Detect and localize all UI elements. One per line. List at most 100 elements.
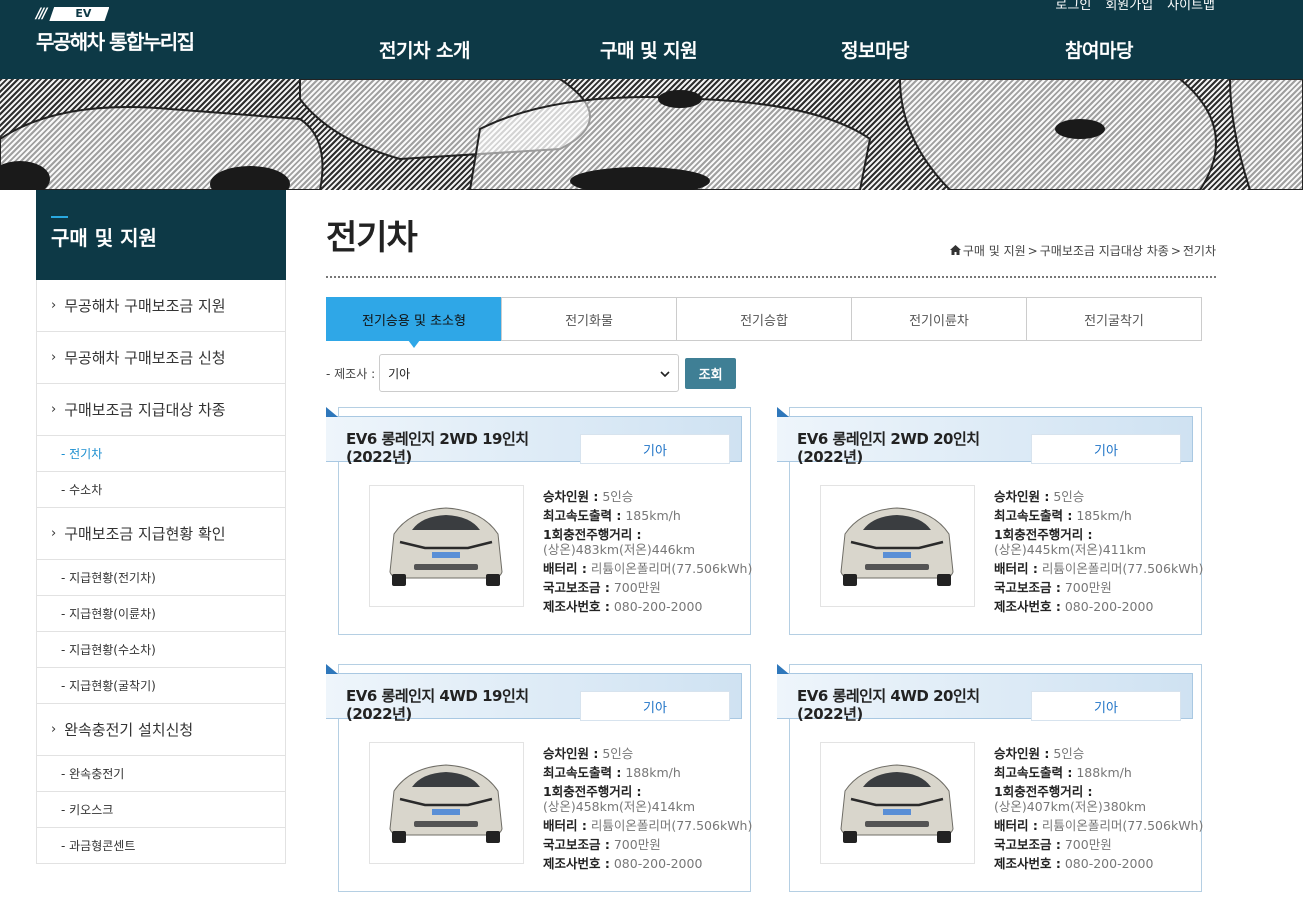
chevron-down-icon [660,366,670,380]
sidebar-item-label: 구매보조금 지급대상 차종 [64,401,226,419]
manufacturer-button[interactable]: 기아 [1031,434,1181,464]
spec-value: 5인승 [1053,489,1085,504]
sidebar-subitem-kiosk[interactable]: - 키오스크 [36,792,286,828]
chevron-right-icon: › [51,722,57,737]
gnb-ev-intro[interactable]: 전기차 소개 [379,36,471,63]
manufacturer-button[interactable]: 기아 [580,691,730,721]
sidebar-subitem-status-ev[interactable]: - 지급현황(전기차) [36,560,286,596]
sidebar-subitem-status-excavator[interactable]: - 지급현황(굴착기) [36,668,286,704]
sidebar-item-subsidy-support[interactable]: › 무공해차 구매보조금 지원 [36,280,286,332]
breadcrumb-item[interactable]: 전기차 [1183,242,1216,259]
spec-max-speed: 최고속도출력 : 185km/h [994,506,1203,525]
vehicle-specs: 승차인원 : 5인승 최고속도출력 : 185km/h 1회충전주행거리 : (상… [994,487,1203,616]
sidebar-subitem-billing-outlet[interactable]: - 과금형콘센트 [36,828,286,864]
search-button[interactable]: 조회 [685,357,737,389]
sidebar-item-subsidy-apply[interactable]: › 무공해차 구매보조금 신청 [36,332,286,384]
manufacturer-button[interactable]: 기아 [580,434,730,464]
vehicle-name: EV6 롱레인지 2WD 19인치 (2022년) [346,430,529,466]
spec-label: 제조사번호 : [543,856,610,871]
vehicle-specs: 승차인원 : 5인승 최고속도출력 : 188km/h 1회충전주행거리 : (상… [994,744,1203,873]
sidebar-item-label: 완속충전기 설치신청 [64,721,194,739]
spec-value: 080-200-2000 [1064,856,1154,871]
spec-label: 배터리 : [543,561,587,576]
tab-motorcycle[interactable]: 전기이륜차 [851,297,1027,341]
sidebar-subitem-slow-charger[interactable]: - 완속충전기 [36,756,286,792]
sidebar-subitem-hydrogen[interactable]: - 수소차 [36,472,286,508]
spec-value: 5인승 [602,489,634,504]
global-nav: 전기차 소개 구매 및 지원 정보마당 참여마당 [0,36,1303,66]
spec-value: 5인승 [602,746,634,761]
spec-seats: 승차인원 : 5인승 [994,744,1203,763]
breadcrumb-item[interactable]: 구매보조금 지급대상 차종 [1040,242,1169,259]
spec-label: 승차인원 : [543,489,599,504]
spec-max-speed: 최고속도출력 : 188km/h [543,763,752,782]
logo-badge: /// EV [36,6,194,22]
sidebar-title: 구매 및 지원 [36,190,286,280]
gnb-info[interactable]: 정보마당 [841,36,909,63]
spec-range: 1회충전주행거리 : (상온)458km(저온)414km [543,782,752,816]
breadcrumb-item[interactable]: 구매 및 지원 [963,242,1026,259]
manufacturer-filter: - 제조사 : 기아 조회 [326,354,737,392]
spec-phone: 제조사번호 : 080-200-2000 [994,854,1203,873]
car-front-illustration [821,486,974,606]
spec-seats: 승차인원 : 5인승 [543,744,752,763]
car-front-illustration [370,486,523,606]
spec-value: 리튬이온폴리머(77.506kWh) [590,818,753,833]
spec-value: 5인승 [1053,746,1085,761]
sidebar-item-label: 무공해차 구매보조금 지원 [64,297,226,315]
gnb-participation[interactable]: 참여마당 [1065,36,1133,63]
spec-value: 185km/h [1076,508,1132,523]
chevron-right-icon: › [51,526,57,541]
utility-nav: 로그인 회원가입 사이트맵 [1055,0,1215,13]
vehicle-card: 승차인원 : 5인승 최고속도출력 : 188km/h 1회충전주행거리 : (상… [777,664,1203,892]
spec-value: 700만원 [1064,837,1112,852]
vehicle-card-header: EV6 롱레인지 4WD 20인치 (2022년) 기아 [777,673,1193,723]
signup-link[interactable]: 회원가입 [1105,0,1153,13]
spec-label: 배터리 : [994,561,1038,576]
sidebar-subitem-status-hydrogen[interactable]: - 지급현황(수소차) [36,632,286,668]
title-divider [326,276,1216,278]
manufacturer-button[interactable]: 기아 [1031,691,1181,721]
logo-ev-badge: EV [49,7,110,21]
vehicle-card-header: EV6 롱레인지 2WD 19인치 (2022년) 기아 [326,416,742,466]
vehicle-specs: 승차인원 : 5인승 최고속도출력 : 188km/h 1회충전주행거리 : (상… [543,744,752,873]
logo-slashes: /// [36,6,47,22]
card-corner-marker [326,664,338,674]
spec-value: 080-200-2000 [1064,599,1154,614]
tab-cargo[interactable]: 전기화물 [501,297,677,341]
card-corner-marker [777,407,789,417]
vehicle-name: EV6 롱레인지 4WD 19인치 (2022년) [346,687,529,723]
login-link[interactable]: 로그인 [1055,0,1091,13]
tab-bus[interactable]: 전기승합 [676,297,852,341]
vehicle-name: EV6 롱레인지 2WD 20인치 (2022년) [797,430,980,466]
tab-excavator[interactable]: 전기굴착기 [1026,297,1202,341]
sidebar-subitem-ev[interactable]: - 전기차 [36,436,286,472]
manufacturer-select[interactable]: 기아 [379,354,680,392]
spec-label: 최고속도출력 : [994,508,1073,523]
sidebar-item-payment-status[interactable]: › 구매보조금 지급현황 확인 [36,508,286,560]
spec-max-speed: 최고속도출력 : 188km/h [994,763,1203,782]
spec-value: (상온)445km(저온)411km [994,542,1147,557]
car-front-illustration [370,743,523,863]
spec-subsidy: 국고보조금 : 700만원 [994,578,1203,597]
sidebar-subitem-status-motorcycle[interactable]: - 지급현황(이륜차) [36,596,286,632]
sidebar-item-charger-install[interactable]: › 완속충전기 설치신청 [36,704,286,756]
banner-cars-illustration [0,79,1303,190]
vehicle-image [369,742,524,864]
home-icon[interactable] [949,244,961,258]
sidebar-item-eligible-models[interactable]: › 구매보조금 지급대상 차종 [36,384,286,436]
chevron-right-icon: › [51,298,57,313]
tab-passenger-small[interactable]: 전기승용 및 초소형 [326,297,502,348]
spec-label: 최고속도출력 : [543,765,622,780]
spec-label: 배터리 : [543,818,587,833]
vehicle-specs: 승차인원 : 5인승 최고속도출력 : 185km/h 1회충전주행거리 : (상… [543,487,752,616]
spec-label: 국고보조금 : [994,580,1061,595]
sitemap-link[interactable]: 사이트맵 [1167,0,1215,13]
vehicle-name: EV6 롱레인지 4WD 20인치 (2022년) [797,687,980,723]
breadcrumb-separator: > [1170,243,1181,258]
hero-banner [0,79,1303,190]
spec-label: 국고보조금 : [543,837,610,852]
gnb-purchase-support[interactable]: 구매 및 지원 [600,36,698,63]
spec-value: 188km/h [1076,765,1132,780]
breadcrumb: 구매 및 지원 > 구매보조금 지급대상 차종 > 전기차 [949,242,1216,259]
